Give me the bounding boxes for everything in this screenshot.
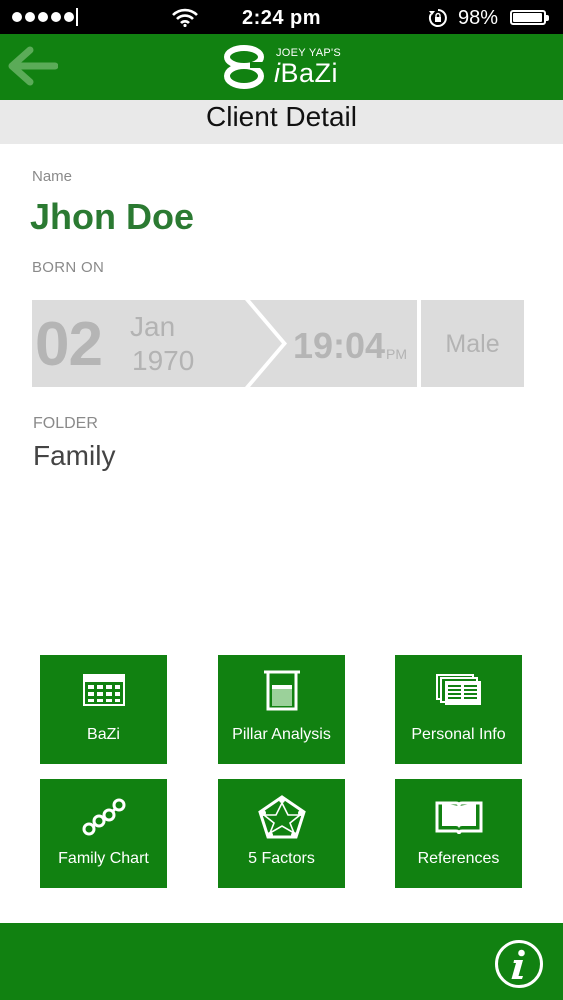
app-logo: JOEY YAP'S iBaZi xyxy=(220,42,350,92)
birth-month: Jan xyxy=(130,311,176,342)
status-bar: 2:24 pm 98% xyxy=(0,0,563,34)
tile-label: Pillar Analysis xyxy=(232,726,331,743)
rotation-lock-icon xyxy=(428,9,447,27)
connected-nodes-icon xyxy=(82,798,125,836)
five-factors-button[interactable]: 5 Factors xyxy=(218,779,345,888)
tile-label: Personal Info xyxy=(411,726,506,743)
open-book-icon xyxy=(435,801,482,835)
folder-label: FOLDER xyxy=(33,415,98,432)
name-label: Name xyxy=(32,168,73,185)
bottom-bar xyxy=(0,923,563,1000)
documents-icon xyxy=(435,674,481,705)
tile-label: References xyxy=(417,850,500,867)
tile-label: Family Chart xyxy=(58,850,149,867)
birth-year: 1970 xyxy=(132,345,195,376)
title-strip: Client Detail xyxy=(0,100,563,144)
back-button[interactable] xyxy=(8,46,64,90)
tile-label: BaZi xyxy=(87,726,120,743)
pillar-analysis-button[interactable]: Pillar Analysis xyxy=(218,655,345,764)
client-name: Jhon Doe xyxy=(30,196,195,237)
pentagon-star-icon xyxy=(257,795,306,839)
arrow-left-icon xyxy=(8,46,59,86)
folder-value: Family xyxy=(33,440,116,471)
references-button[interactable]: References xyxy=(395,779,522,888)
born-on-label: BORN ON xyxy=(32,259,105,276)
gender-value: Male xyxy=(445,330,500,358)
info-button[interactable] xyxy=(494,939,544,989)
nav-bar: JOEY YAP'S iBaZi xyxy=(0,34,563,100)
birth-ampm: PM xyxy=(386,346,407,362)
battery-percent: 98% xyxy=(458,7,499,29)
birth-day: 02 xyxy=(35,310,103,379)
logo-mark-icon xyxy=(224,45,264,89)
birth-time: 19:04 xyxy=(293,325,386,366)
battery-icon xyxy=(510,10,549,25)
beaker-icon xyxy=(263,670,300,711)
gender-box: Male xyxy=(421,300,524,387)
tile-label: 5 Factors xyxy=(248,850,315,867)
personal-info-button[interactable]: Personal Info xyxy=(395,655,522,764)
family-chart-button[interactable]: Family Chart xyxy=(40,779,167,888)
info-icon xyxy=(495,940,543,988)
bazi-button[interactable]: BaZi xyxy=(40,655,167,764)
page-title: Client Detail xyxy=(206,101,357,132)
birth-date-panel: 02 Jan 1970 19:04 PM xyxy=(32,300,417,387)
logo-brand-text: iBaZi xyxy=(274,58,339,88)
calendar-grid-icon xyxy=(82,674,125,706)
